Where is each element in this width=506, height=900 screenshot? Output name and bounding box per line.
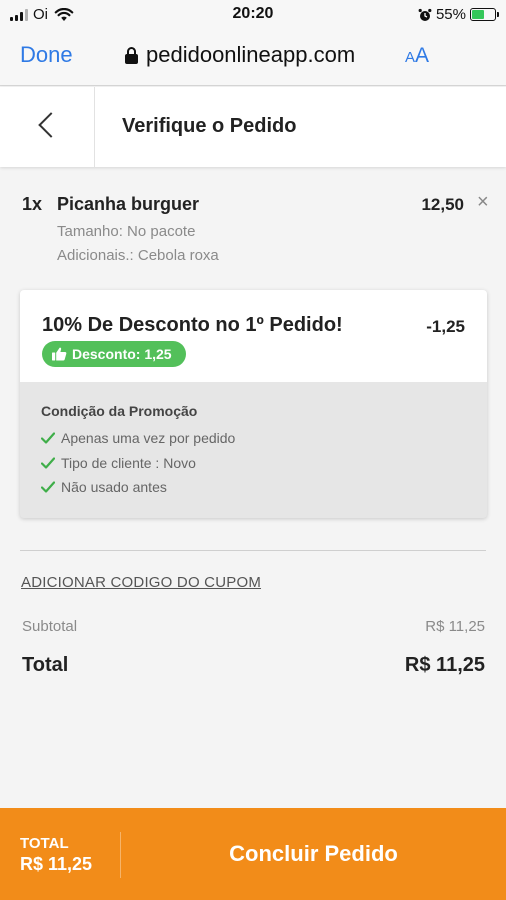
divider — [20, 550, 486, 551]
promo-condition-text: Não usado antes — [61, 479, 167, 495]
subtotal-value: R$ 11,25 — [425, 618, 485, 635]
battery-fill — [472, 10, 485, 19]
status-bar: Oi 20:20 55% — [0, 0, 506, 30]
item-detail-size: Tamanho: No pacote — [57, 223, 196, 240]
subtotal-label: Subtotal — [22, 618, 78, 635]
chevron-left-icon — [38, 112, 64, 138]
promo-conditions-title: Condição da Promoção — [41, 403, 198, 419]
page-title: Verifique o Pedido — [122, 115, 297, 137]
total-value: R$ 11,25 — [404, 654, 485, 676]
text-size-small-a: A — [405, 49, 416, 66]
discount-badge: Desconto: 1,25 — [42, 341, 186, 367]
promo-condition: Tipo de cliente : Novo — [41, 455, 196, 471]
item-quantity: 1x — [22, 194, 43, 214]
checkout-footer: TOTAL R$ 11,25 Concluir Pedido — [0, 808, 506, 900]
promo-condition-text: Tipo de cliente : Novo — [61, 455, 196, 471]
checkout-button[interactable]: Concluir Pedido — [121, 808, 506, 900]
check-icon — [41, 432, 55, 444]
address-bar[interactable]: pedidoonlineapp.com — [125, 42, 355, 68]
promo-condition: Não usado antes — [41, 479, 167, 495]
status-right: 55% — [418, 6, 499, 23]
footer-total-value: R$ 11,25 — [20, 854, 93, 874]
text-size-big-a: A — [415, 44, 430, 67]
item-detail-addons: Adicionais.: Cebola roxa — [57, 247, 219, 264]
promo-title: 10% De Desconto no 1º Pedido! — [42, 314, 343, 336]
add-coupon-link[interactable]: ADICIONAR CODIGO DO CUPOM — [21, 574, 261, 591]
page-header: Verifique o Pedido — [0, 87, 506, 167]
footer-total-label: TOTAL — [20, 835, 69, 852]
text-size-button[interactable]: AA — [405, 44, 429, 68]
done-button[interactable]: Done — [20, 42, 73, 68]
check-icon — [41, 457, 55, 469]
thumbs-up-icon — [52, 347, 67, 361]
promo-condition-text: Apenas uma vez por pedido — [61, 430, 236, 446]
promo-amount: -1,25 — [426, 317, 465, 336]
item-price: 12,50 — [421, 195, 464, 214]
remove-item-button[interactable]: × — [477, 192, 489, 212]
battery-percent: 55% — [435, 6, 466, 23]
lock-icon — [125, 46, 138, 64]
promo-header: 10% De Desconto no 1º Pedido! -1,25 Desc… — [20, 290, 487, 382]
browser-bar: Done pedidoonlineapp.com AA — [0, 30, 506, 86]
url-text: pedidoonlineapp.com — [146, 42, 356, 67]
promo-card: 10% De Desconto no 1º Pedido! -1,25 Desc… — [20, 290, 487, 518]
discount-badge-text: Desconto: 1,25 — [72, 346, 172, 362]
check-icon — [41, 481, 55, 493]
item-name: Picanha burguer — [57, 194, 200, 214]
back-button[interactable] — [0, 87, 95, 167]
battery-icon — [470, 8, 499, 21]
alarm-icon — [418, 8, 432, 21]
total-label: Total — [22, 654, 69, 676]
promo-condition: Apenas uma vez por pedido — [41, 430, 235, 446]
